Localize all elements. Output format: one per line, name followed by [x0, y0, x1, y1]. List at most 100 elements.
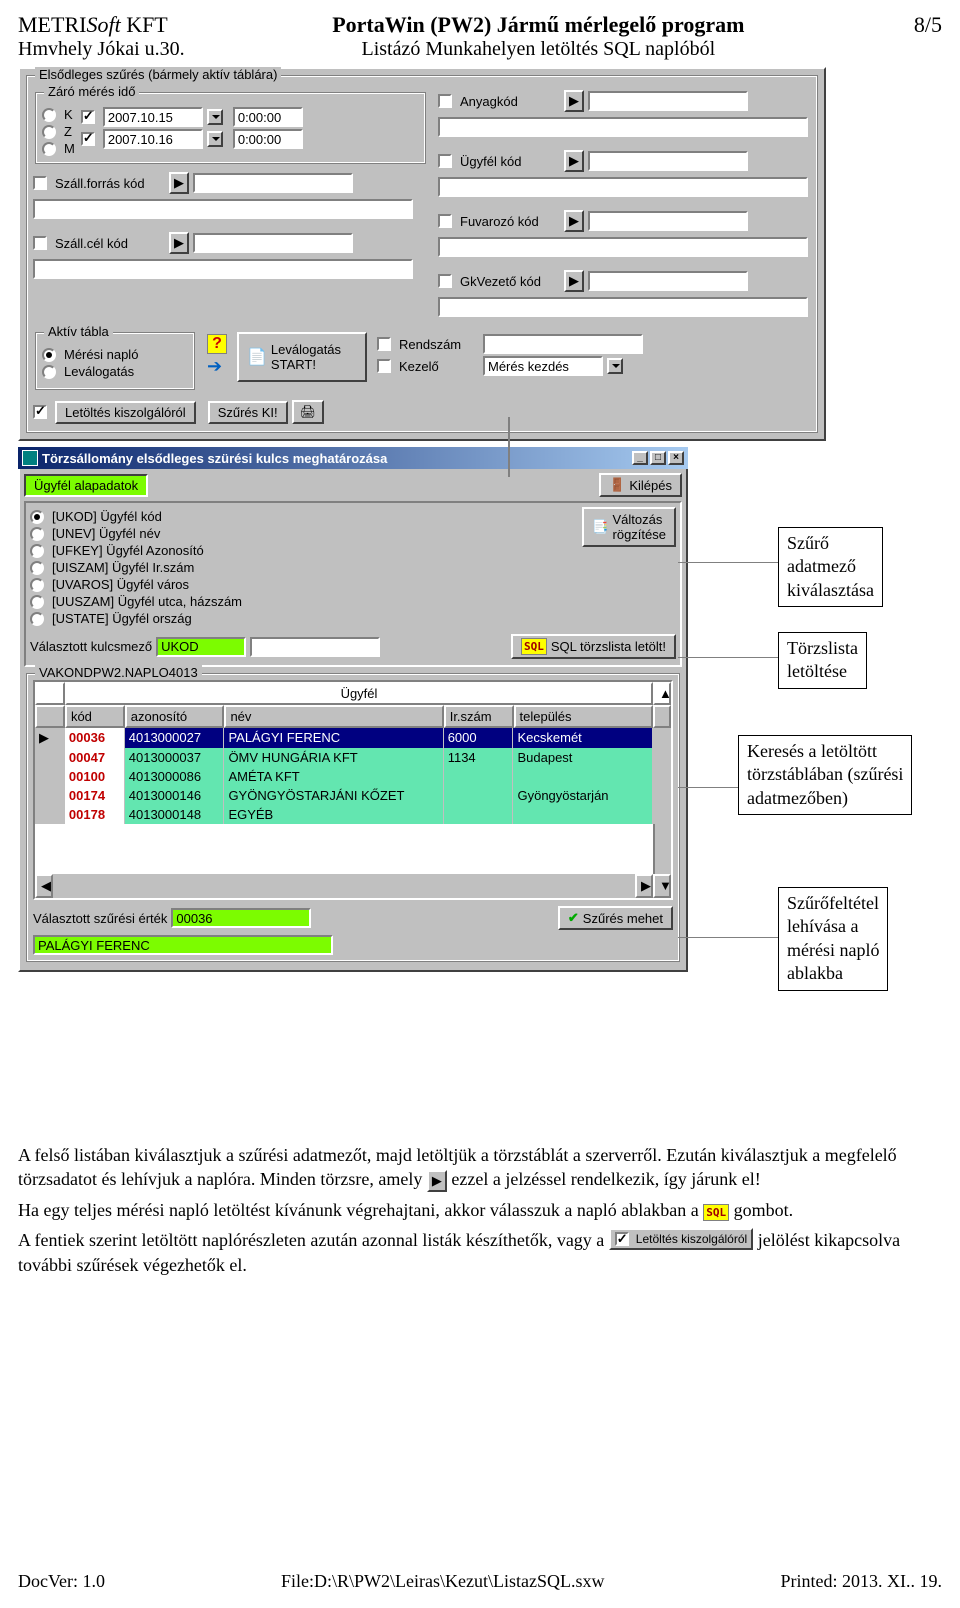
radio-1[interactable]	[30, 527, 44, 541]
chk-date1[interactable]	[81, 110, 95, 124]
col-név[interactable]: név	[224, 705, 443, 728]
exit-icon: 🚪	[609, 477, 625, 493]
date2-input[interactable]: 2007.10.16	[103, 129, 203, 149]
callout-szuro-adatmezo: Szűrő adatmező kiválasztása	[778, 527, 883, 607]
szallcel-input[interactable]	[193, 233, 353, 253]
table-row[interactable]: 001784013000148EGYÉB	[35, 805, 671, 824]
doc-subtitle: Listázó Munkahelyen letöltés SQL naplóbó…	[185, 38, 892, 61]
group-primary-filter: Elsődleges szűrés (bármely aktív táblára…	[35, 67, 281, 82]
rendszam-input[interactable]	[483, 334, 643, 354]
company-part3: KFT	[121, 12, 168, 37]
kilepes-button[interactable]: 🚪 Kilépés	[599, 473, 682, 497]
col-azonosító[interactable]: azonosító	[125, 705, 225, 728]
anyagkod-input[interactable]	[588, 91, 748, 111]
company-part2: Soft	[86, 12, 120, 37]
page-header: METRISoft KFT Hmvhely Jókai u.30. PortaW…	[18, 12, 942, 61]
col-település[interactable]: település	[514, 705, 654, 728]
chk-gkvezeto[interactable]	[438, 274, 452, 288]
chk-kezelo[interactable]	[377, 359, 391, 373]
lookup-szallcel[interactable]: ▶	[169, 232, 189, 254]
radio-m[interactable]	[42, 142, 56, 156]
ugyfelkod-input[interactable]	[588, 151, 748, 171]
ugyfelkod-display	[438, 177, 808, 197]
chk-szallforras[interactable]	[33, 176, 47, 190]
radio-6[interactable]	[30, 612, 44, 626]
szures-mehet-button[interactable]: ✔ Szűrés mehet	[558, 906, 673, 930]
kulcs-extra-input[interactable]	[250, 637, 380, 657]
valasztott-ertek-value: 00036	[171, 908, 311, 928]
maximize-button[interactable]: □	[650, 451, 666, 465]
vscrollbar[interactable]	[653, 824, 671, 874]
scroll-right[interactable]: ▶	[635, 874, 653, 898]
time2-input[interactable]: 0:00:00	[233, 129, 303, 149]
close-button[interactable]: ×	[668, 451, 684, 465]
scroll-down[interactable]: ▼	[653, 874, 671, 898]
selected-name-display: PALÁGYI FERENC	[33, 935, 333, 955]
anyagkod-display	[438, 117, 808, 137]
chk-letoltes-kiszolgalorol[interactable]	[33, 405, 47, 419]
print-icon[interactable]: 🖨	[292, 400, 325, 424]
group-time: Záró mérés idő	[44, 84, 139, 99]
radio-0[interactable]	[30, 510, 44, 524]
time1-input[interactable]: 0:00:00	[233, 107, 303, 127]
sql-torzslista-button[interactable]: SQL SQL törzslista letölt!	[511, 634, 676, 659]
chk-date2[interactable]	[81, 132, 95, 146]
scroll-left[interactable]: ◀	[35, 874, 53, 898]
check-icon: ✔	[568, 910, 579, 926]
date1-dropdown[interactable]	[207, 109, 223, 125]
gkvezeto-display	[438, 297, 808, 317]
lookup-fuvarozo[interactable]: ▶	[564, 210, 584, 232]
table-row[interactable]: 000474013000037ÖMV HUNGÁRIA KFT1134Budap…	[35, 748, 671, 767]
radio-2[interactable]	[30, 544, 44, 558]
scroll-up[interactable]: ▲	[653, 682, 671, 705]
save-icon: 📑	[592, 519, 608, 535]
date1-input[interactable]: 2007.10.15	[103, 107, 203, 127]
chk-rendszam[interactable]	[377, 337, 391, 351]
radio-z[interactable]	[42, 125, 56, 139]
table-row[interactable]: ▶000364013000027PALÁGYI FERENC6000Kecske…	[35, 728, 671, 748]
szallforras-input[interactable]	[193, 173, 353, 193]
sql-icon: SQL	[521, 638, 547, 655]
szallcel-display	[33, 259, 413, 279]
tab-ugyfel-alapadatok[interactable]: Ügyfél alapadatok	[24, 474, 148, 497]
radio-k[interactable]	[42, 108, 56, 122]
company-part1: METRI	[18, 12, 86, 37]
levalogatas-start-button[interactable]: 📄 Leválogatás START!	[237, 332, 367, 382]
radio-5[interactable]	[30, 595, 44, 609]
group-db-table: VAKONDPW2.NAPLO4013	[35, 665, 202, 680]
chk-szallcel[interactable]	[33, 236, 47, 250]
col-kód[interactable]: kód	[65, 705, 125, 728]
chk-fuvarozo[interactable]	[438, 214, 452, 228]
table-header-ugyfel: Ügyfél	[65, 682, 653, 705]
app-icon	[22, 450, 38, 466]
szures-ki-button[interactable]: Szűrés KI!	[208, 401, 288, 424]
lookup-anyagkod[interactable]: ▶	[564, 90, 584, 112]
lookup-ugyfelkod[interactable]: ▶	[564, 150, 584, 172]
filter-panel: Elsődleges szűrés (bármely aktív táblára…	[18, 67, 826, 441]
letoltes-kiszolgalorol-button[interactable]: Letöltés kiszolgálóról	[55, 401, 196, 424]
gkvezeto-input[interactable]	[588, 271, 748, 291]
table-row[interactable]: 001004013000086AMÉTA KFT	[35, 767, 671, 786]
fuvarozo-input[interactable]	[588, 211, 748, 231]
lookup-szallforras[interactable]: ▶	[169, 172, 189, 194]
lookup-gkvezeto[interactable]: ▶	[564, 270, 584, 292]
footer-docver: DocVer: 1.0	[18, 1571, 105, 1592]
kezelo-combo[interactable]: Mérés kezdés	[483, 356, 603, 376]
col-Ir.szám[interactable]: Ir.szám	[444, 705, 514, 728]
table-row[interactable]: 001744013000146GYÖNGYÖSTARJÁNI KŐZETGyön…	[35, 786, 671, 805]
valasztott-kulcs-value: UKOD	[156, 637, 246, 657]
minimize-button[interactable]: _	[632, 451, 648, 465]
chk-ugyfelkod[interactable]	[438, 154, 452, 168]
arrow-icon: ➔	[207, 356, 227, 377]
inline-lookup-icon: ▶	[427, 1170, 447, 1192]
chk-anyagkod[interactable]	[438, 94, 452, 108]
radio-4[interactable]	[30, 578, 44, 592]
radio-meresi-naplo[interactable]	[42, 348, 56, 362]
date2-dropdown[interactable]	[207, 131, 223, 147]
page-number: 8/5	[892, 12, 942, 61]
help-icon[interactable]: ?	[207, 334, 227, 354]
radio-levalogatas[interactable]	[42, 365, 56, 379]
valtozas-rogzitese-button[interactable]: 📑 Változás rögzítése	[582, 507, 676, 547]
radio-3[interactable]	[30, 561, 44, 575]
kezelo-dropdown[interactable]	[607, 358, 623, 374]
